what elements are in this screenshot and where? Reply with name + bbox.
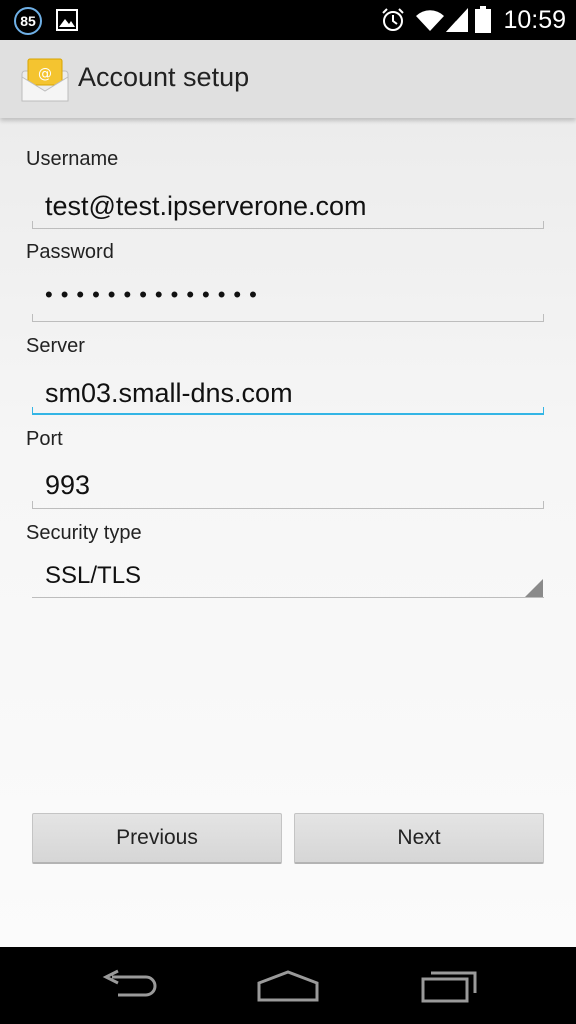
notification-count-icon: 85 — [14, 7, 42, 35]
password-underline — [32, 314, 544, 322]
clock: 10:59 — [503, 6, 566, 34]
server-label: Server — [26, 335, 85, 357]
server-underline — [32, 407, 544, 415]
account-setup-form: Username Password •••••••••••••• Server … — [0, 118, 576, 947]
battery-icon — [475, 6, 491, 33]
home-icon[interactable] — [255, 969, 321, 1003]
svg-text:@: @ — [38, 66, 52, 82]
password-field[interactable]: •••••••••••••• — [45, 282, 265, 308]
wifi-icon — [416, 10, 444, 31]
alarm-icon — [382, 8, 404, 31]
previous-button[interactable]: Previous — [32, 813, 282, 864]
email-app-icon[interactable]: @ — [20, 57, 70, 103]
security-type-spinner[interactable]: SSL/TLS — [45, 562, 141, 590]
username-underline — [32, 221, 544, 229]
next-button[interactable]: Next — [294, 813, 544, 864]
port-underline — [32, 501, 544, 509]
action-bar: @ Account setup — [0, 40, 576, 118]
signal-icon — [446, 8, 468, 32]
security-type-underline — [32, 597, 544, 598]
spinner-arrow-icon — [525, 579, 543, 597]
page-title: Account setup — [78, 62, 250, 92]
notification-count: 85 — [20, 13, 36, 29]
security-type-label: Security type — [26, 522, 142, 544]
recents-icon[interactable] — [419, 965, 479, 1005]
back-icon[interactable] — [98, 967, 158, 1003]
username-label: Username — [26, 148, 119, 170]
port-label: Port — [26, 428, 63, 450]
status-bar: 85 10:59 — [0, 0, 576, 40]
navigation-bar — [0, 947, 576, 1024]
gallery-icon — [56, 9, 78, 31]
password-label: Password — [26, 241, 114, 263]
